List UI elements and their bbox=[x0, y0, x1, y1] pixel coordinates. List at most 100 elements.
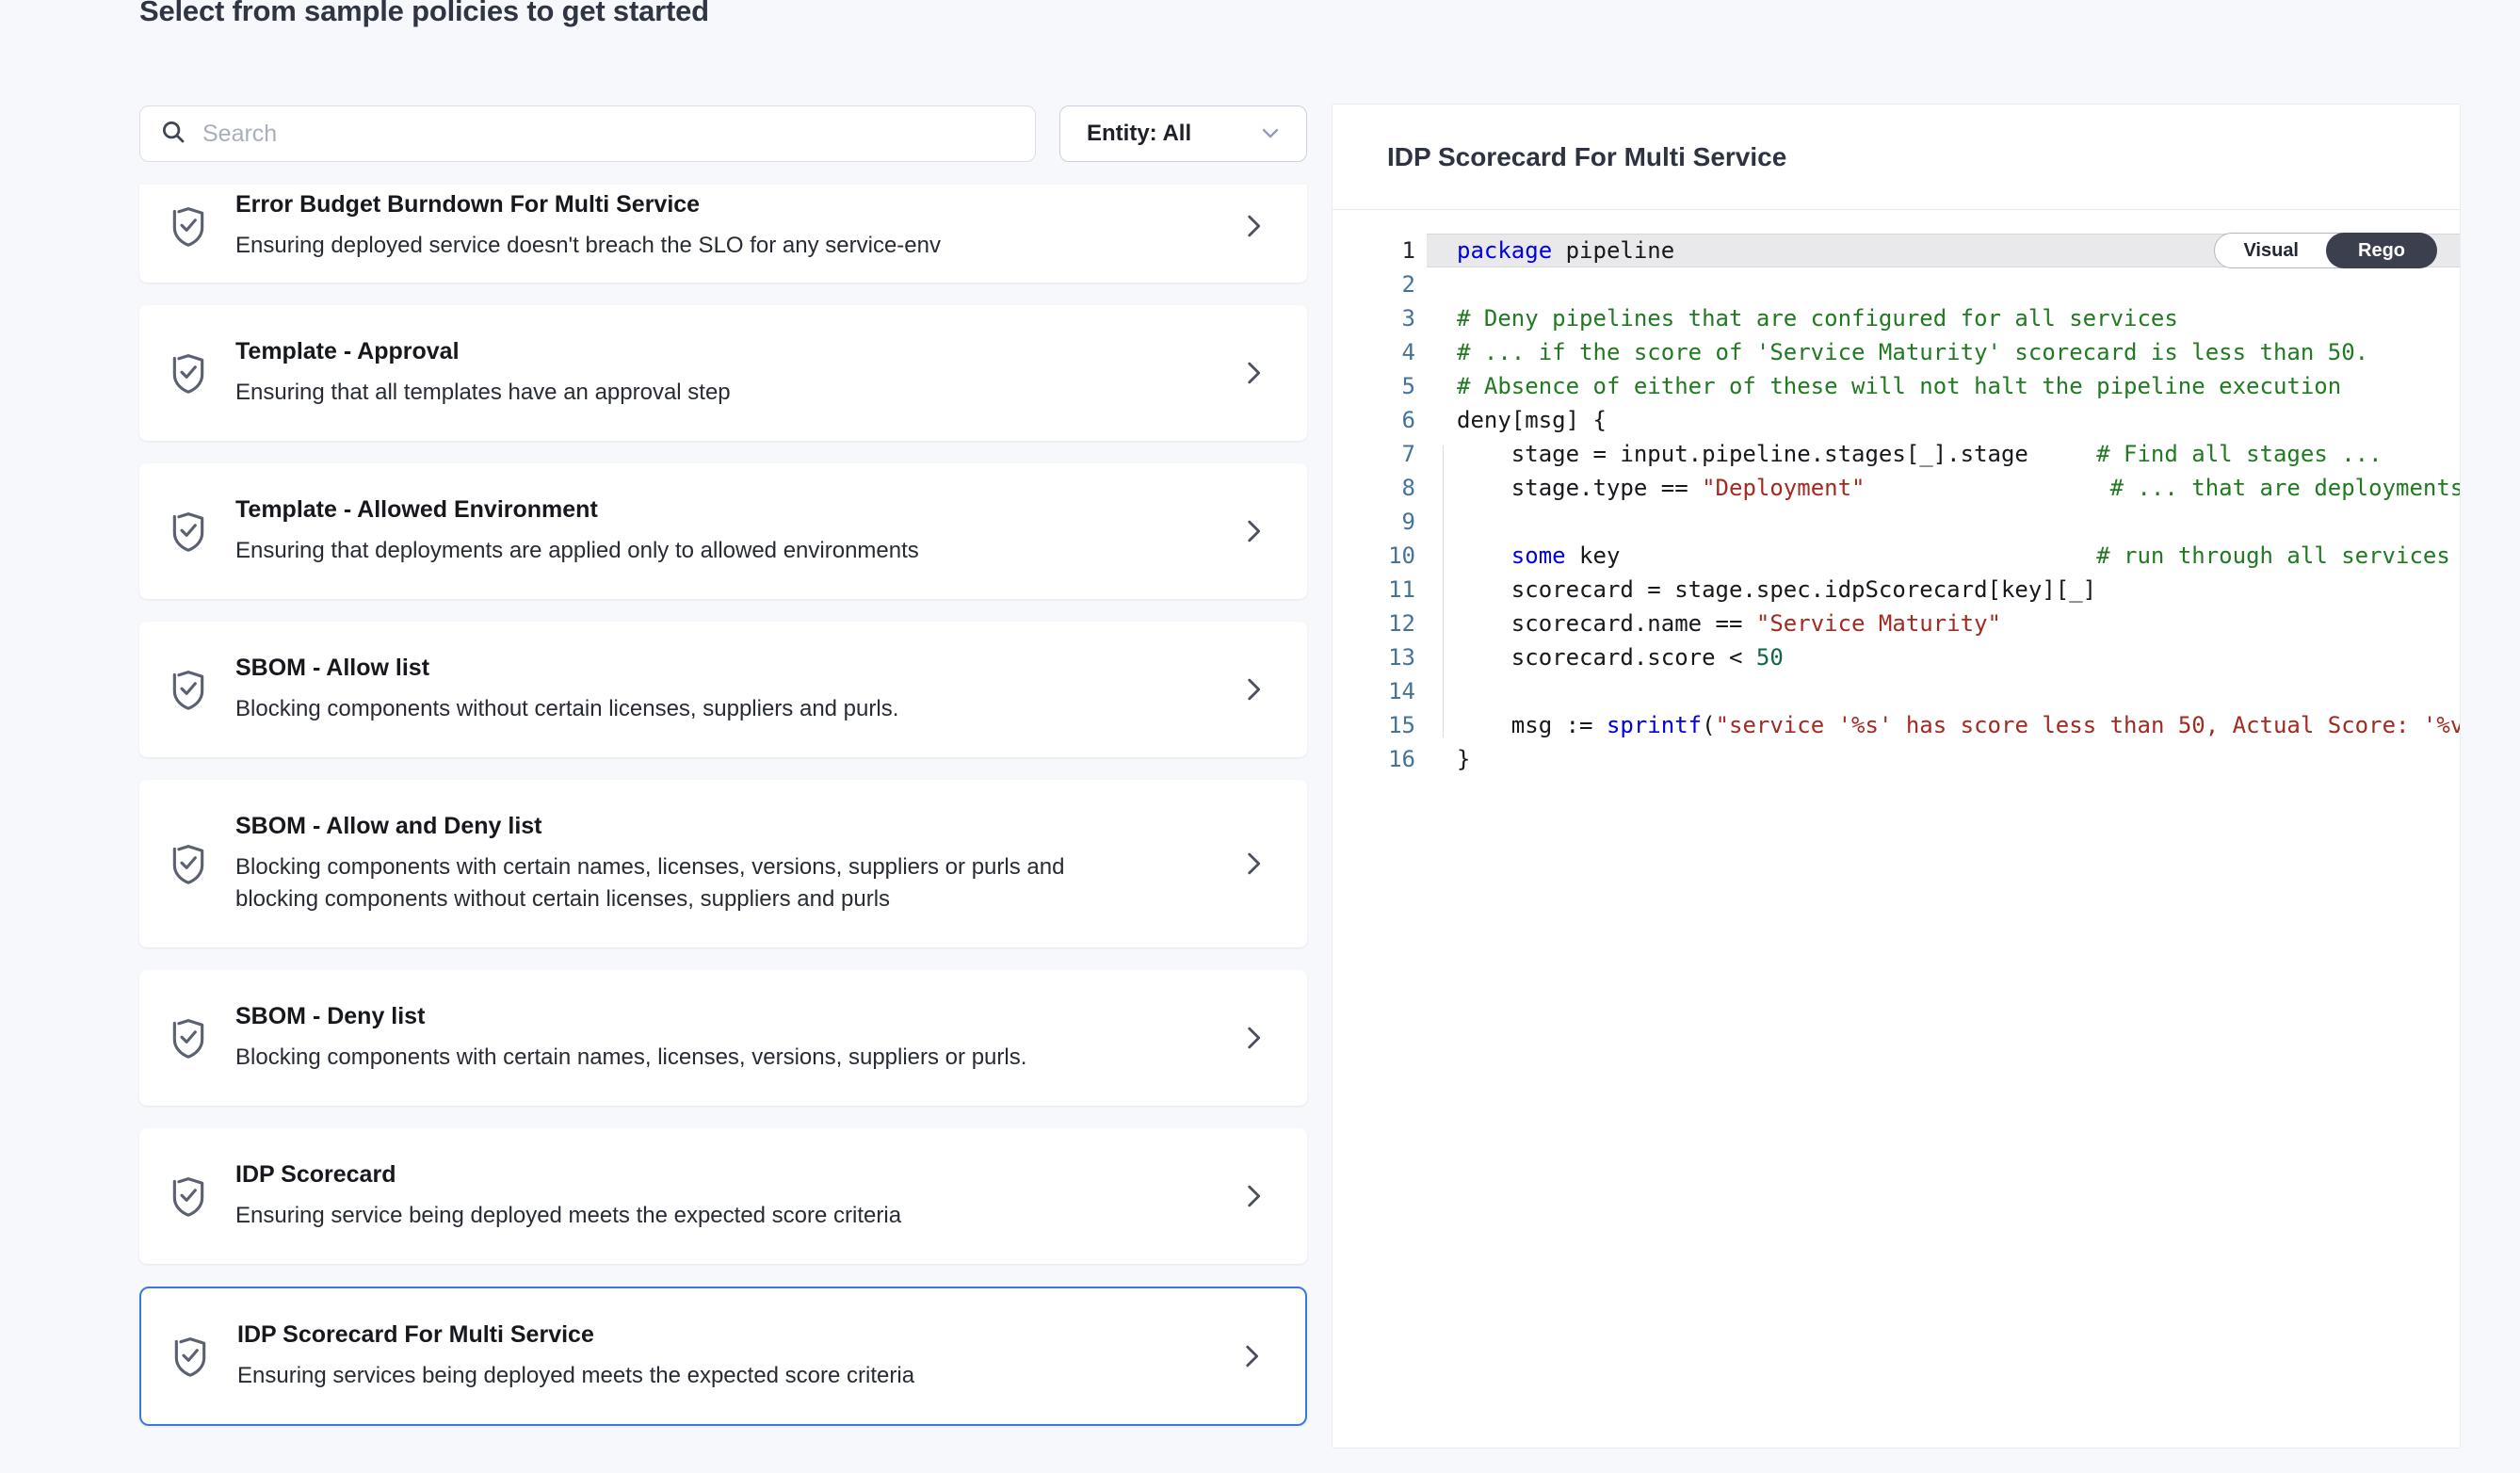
entity-filter-dropdown[interactable]: Entity: All bbox=[1059, 105, 1307, 162]
list-controls: Entity: All bbox=[139, 105, 1307, 162]
policy-card-text: IDP Scorecard For Multi Service Ensuring… bbox=[237, 1320, 914, 1392]
policy-card-text: SBOM - Allow and Deny list Blocking comp… bbox=[235, 812, 1102, 915]
policy-card-text: SBOM - Allow list Blocking components wi… bbox=[235, 654, 898, 725]
line-content: deny[msg] { bbox=[1427, 403, 2460, 437]
policy-description: Blocking components with certain names, … bbox=[235, 851, 1102, 915]
line-number: 3 bbox=[1333, 301, 1427, 335]
code-line: 4 # ... if the score of 'Service Maturit… bbox=[1333, 335, 2460, 369]
code-line: 14 bbox=[1333, 674, 2460, 708]
shield-check-icon bbox=[170, 1334, 211, 1379]
shield-check-icon bbox=[168, 350, 209, 396]
chevron-right-icon bbox=[1237, 1022, 1269, 1054]
policy-card-text: Template - Approval Ensuring that all te… bbox=[235, 337, 731, 409]
line-number: 10 bbox=[1333, 539, 1427, 573]
policy-card-text: Error Budget Burndown For Multi Service … bbox=[235, 190, 941, 262]
code-line: 2 bbox=[1333, 267, 2460, 301]
policy-title: SBOM - Allow and Deny list bbox=[235, 812, 1102, 840]
policy-title: IDP Scorecard For Multi Service bbox=[237, 1320, 914, 1349]
chevron-right-icon bbox=[1237, 848, 1269, 880]
line-content: scorecard.score < 50 bbox=[1427, 640, 2460, 674]
policy-description: Ensuring service being deployed meets th… bbox=[235, 1200, 901, 1232]
line-content: stage = input.pipeline.stages[_].stage #… bbox=[1427, 437, 2460, 471]
line-number: 5 bbox=[1333, 369, 1427, 403]
code-line: 15 msg := sprintf("service '%s' has scor… bbox=[1333, 708, 2460, 742]
search-input[interactable] bbox=[202, 121, 1016, 148]
line-content: # Absence of either of these will not ha… bbox=[1427, 369, 2460, 403]
code-lines: 1 package pipeline 2 3 # Deny pipelines … bbox=[1333, 234, 2460, 776]
policy-title: IDP Scorecard bbox=[235, 1160, 901, 1189]
policy-title: Error Budget Burndown For Multi Service bbox=[235, 190, 941, 219]
view-toggle: Visual Rego bbox=[2214, 233, 2437, 268]
indent-guide bbox=[1443, 445, 1444, 737]
line-content bbox=[1427, 674, 2460, 708]
toggle-rego-button[interactable]: Rego bbox=[2326, 233, 2437, 268]
shield-check-icon bbox=[168, 1174, 209, 1219]
code-line: 8 stage.type == "Deployment" # ... that … bbox=[1333, 471, 2460, 505]
policy-card[interactable]: Error Budget Burndown For Multi Service … bbox=[139, 185, 1307, 283]
code-line: 16 } bbox=[1333, 742, 2460, 776]
line-number: 6 bbox=[1333, 403, 1427, 437]
line-content: some key # run through all services bbox=[1427, 539, 2460, 573]
policy-card[interactable]: SBOM - Allow list Blocking components wi… bbox=[139, 622, 1307, 757]
shield-check-icon bbox=[168, 509, 209, 554]
line-number: 9 bbox=[1333, 505, 1427, 539]
search-icon bbox=[159, 118, 187, 151]
policy-card[interactable]: Template - Approval Ensuring that all te… bbox=[139, 305, 1307, 441]
line-content: scorecard = stage.spec.idpScorecard[key]… bbox=[1427, 573, 2460, 607]
code-editor[interactable]: Visual Rego 1 package pipeline 2 3 # Den… bbox=[1333, 210, 2460, 1448]
line-content: # ... if the score of 'Service Maturity'… bbox=[1427, 335, 2460, 369]
code-line: 12 scorecard.name == "Service Maturity" bbox=[1333, 607, 2460, 640]
chevron-right-icon bbox=[1237, 210, 1269, 242]
policy-description: Blocking components without certain lice… bbox=[235, 693, 898, 725]
line-content bbox=[1427, 505, 2460, 539]
line-content: } bbox=[1427, 742, 2460, 776]
line-number: 13 bbox=[1333, 640, 1427, 674]
line-number: 14 bbox=[1333, 674, 1427, 708]
line-number: 15 bbox=[1333, 708, 1427, 742]
shield-check-icon bbox=[168, 203, 209, 249]
policy-title: Template - Approval bbox=[235, 337, 731, 365]
line-number: 11 bbox=[1333, 573, 1427, 607]
line-number: 2 bbox=[1333, 267, 1427, 301]
chevron-right-icon bbox=[1237, 673, 1269, 705]
policy-title: SBOM - Allow list bbox=[235, 654, 898, 682]
line-number: 4 bbox=[1333, 335, 1427, 369]
code-line: 11 scorecard = stage.spec.idpScorecard[k… bbox=[1333, 573, 2460, 607]
panel-header: IDP Scorecard For Multi Service bbox=[1333, 105, 2460, 210]
toggle-visual-button[interactable]: Visual bbox=[2215, 234, 2327, 267]
policy-title: SBOM - Deny list bbox=[235, 1002, 1026, 1030]
line-content: msg := sprintf("service '%s' has score l… bbox=[1427, 708, 2460, 742]
policy-list: Error Budget Burndown For Multi Service … bbox=[139, 185, 1307, 1426]
policy-card[interactable]: SBOM - Allow and Deny list Blocking comp… bbox=[139, 780, 1307, 947]
code-line: 5 # Absence of either of these will not … bbox=[1333, 369, 2460, 403]
shield-check-icon bbox=[168, 1015, 209, 1060]
policy-description: Ensuring deployed service doesn't breach… bbox=[235, 230, 941, 262]
chevron-right-icon bbox=[1237, 1180, 1269, 1212]
shield-check-icon bbox=[168, 667, 209, 712]
chevron-down-icon bbox=[1257, 120, 1284, 149]
policy-title: Template - Allowed Environment bbox=[235, 495, 919, 524]
chevron-right-icon bbox=[1236, 1340, 1268, 1372]
page-title: Select from sample policies to get start… bbox=[139, 0, 709, 28]
policy-card-text: Template - Allowed Environment Ensuring … bbox=[235, 495, 919, 567]
code-line: 3 # Deny pipelines that are configured f… bbox=[1333, 301, 2460, 335]
code-line: 9 bbox=[1333, 505, 2460, 539]
line-content: stage.type == "Deployment" # ... that ar… bbox=[1427, 471, 2460, 505]
policy-card-text: IDP Scorecard Ensuring service being dep… bbox=[235, 1160, 901, 1232]
policy-description: Blocking components with certain names, … bbox=[235, 1042, 1026, 1074]
policy-card[interactable]: IDP Scorecard For Multi Service Ensuring… bbox=[139, 1287, 1307, 1426]
shield-check-icon bbox=[168, 841, 209, 886]
entity-filter-label: Entity: All bbox=[1087, 121, 1191, 147]
policy-card[interactable]: SBOM - Deny list Blocking components wit… bbox=[139, 970, 1307, 1106]
policy-description: Ensuring that deployments are applied on… bbox=[235, 535, 919, 567]
policy-card[interactable]: Template - Allowed Environment Ensuring … bbox=[139, 463, 1307, 599]
policy-card[interactable]: IDP Scorecard Ensuring service being dep… bbox=[139, 1128, 1307, 1264]
line-number: 7 bbox=[1333, 437, 1427, 471]
line-number: 16 bbox=[1333, 742, 1427, 776]
policy-description: Ensuring that all templates have an appr… bbox=[235, 377, 731, 409]
search-box bbox=[139, 105, 1036, 162]
line-content bbox=[1427, 267, 2460, 301]
right-panel: IDP Scorecard For Multi Service Visual R… bbox=[1332, 104, 2461, 1449]
policy-description: Ensuring services being deployed meets t… bbox=[237, 1360, 914, 1392]
line-content: scorecard.name == "Service Maturity" bbox=[1427, 607, 2460, 640]
